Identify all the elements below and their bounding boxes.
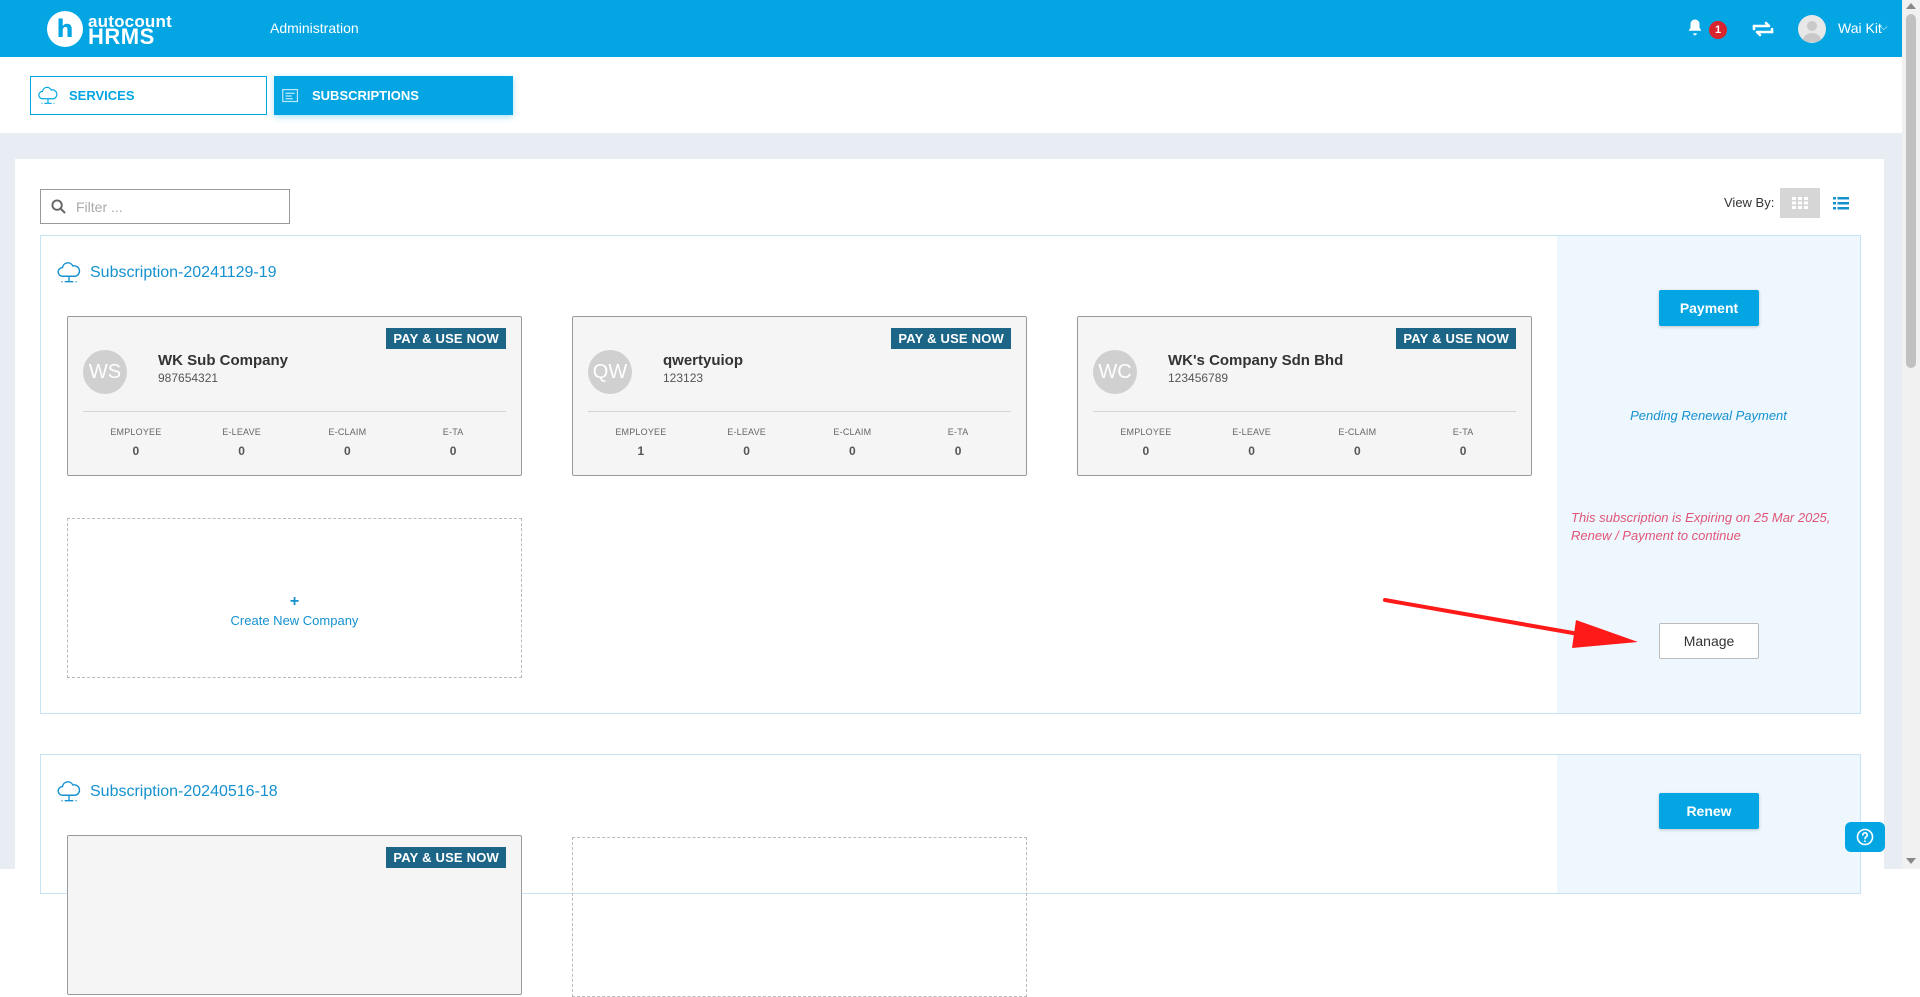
cloud-icon (57, 262, 81, 283)
stat-value: 0 (344, 444, 351, 458)
tab-services-label: SERVICES (69, 88, 135, 103)
grid-view-button[interactable] (1780, 188, 1820, 218)
pay-use-now-badge[interactable]: PAY & USE NOW (891, 328, 1011, 349)
stat-label: EMPLOYEE (110, 427, 162, 437)
create-new-company-label: Create New Company (230, 613, 359, 628)
tab-subscriptions-label: SUBSCRIPTIONS (312, 88, 419, 103)
company-card[interactable]: PAY & USE NOW QW qwertyuiop 123123 EMPLO… (572, 316, 1027, 476)
stat-label: EMPLOYEE (1120, 427, 1172, 437)
filter-input-wrapper[interactable] (40, 189, 290, 224)
stat-value: 1 (637, 444, 645, 458)
stat-label: E-TA (442, 427, 464, 437)
service-tabs: SERVICES SUBSCRIPTIONS (0, 57, 1902, 133)
nav-administration[interactable]: Administration (270, 20, 359, 36)
stat-label: E-TA (947, 427, 969, 437)
subscription-icon (282, 88, 299, 102)
help-button[interactable] (1845, 822, 1885, 852)
manage-button[interactable]: Manage (1659, 623, 1759, 659)
pay-use-now-badge[interactable]: PAY & USE NOW (386, 847, 506, 868)
divider (83, 411, 506, 412)
subscription-title[interactable]: Subscription-20240516-18 (56, 779, 278, 805)
subscription-status: Pending Renewal Payment (1630, 408, 1787, 423)
company-name: WK's Company Sdn Bhd (1168, 352, 1344, 369)
stat-label: E-LEAVE (727, 427, 766, 437)
user-avatar[interactable] (1798, 15, 1826, 43)
question-icon (1856, 828, 1874, 846)
company-avatar: WC (1093, 350, 1137, 394)
stat-value: 0 (849, 444, 856, 458)
stat-label: EMPLOYEE (615, 427, 667, 437)
stat-value: 0 (132, 444, 140, 458)
payment-button[interactable]: Payment (1659, 290, 1759, 326)
stat-label: E-CLAIM (1338, 427, 1377, 437)
expiry-warning: This subscription is Expiring on 25 Mar … (1571, 510, 1831, 543)
divider (1093, 411, 1516, 412)
logo-mark: h (47, 11, 83, 47)
app-logo[interactable]: h autocount HRMS (47, 10, 172, 48)
pay-use-now-badge[interactable]: PAY & USE NOW (1396, 328, 1516, 349)
subscription-card: Renew Subscription-20240516-18 PAY & USE… (40, 754, 1861, 997)
company-code: 987654321 (158, 371, 219, 385)
stat-value: 0 (238, 444, 245, 458)
stat-label: E-CLAIM (833, 427, 872, 437)
stat-value: 0 (449, 444, 457, 458)
company-card[interactable]: PAY & USE NOW WC WK's Company Sdn Bhd 12… (1077, 316, 1532, 476)
company-code: 123123 (663, 371, 704, 385)
company-name: qwertyuiop (663, 352, 744, 369)
stat-label: E-LEAVE (1232, 427, 1271, 437)
company-card[interactable]: PAY & USE NOW (67, 835, 522, 995)
logo-wordmark-big: HRMS (88, 24, 155, 49)
stat-label: E-LEAVE (222, 427, 261, 437)
stat-label: E-TA (1452, 427, 1474, 437)
scroll-up-arrow-icon[interactable] (1906, 3, 1916, 9)
company-stats: EMPLOYEE 1 E-LEAVE 0 E-CLAIM 0 E-TA 0 (588, 427, 1011, 458)
company-code: 123456789 (1168, 371, 1229, 385)
company-card[interactable]: PAY & USE NOW WS WK Sub Company 98765432… (67, 316, 522, 476)
stat-value: 0 (1354, 444, 1361, 458)
stat-value: 0 (1142, 444, 1150, 458)
stat-value: 0 (743, 444, 750, 458)
chevron-down-icon[interactable]: ⌵ (1880, 22, 1888, 33)
grid-icon (1792, 197, 1808, 209)
filter-input[interactable] (74, 197, 278, 216)
page-scrollbar[interactable] (1902, 0, 1920, 869)
cloud-icon (57, 781, 81, 802)
view-by-label: View By: (1724, 195, 1775, 210)
company-name: WK Sub Company (158, 352, 288, 369)
stat-value: 0 (1459, 444, 1467, 458)
search-icon (51, 199, 66, 214)
subscription-title-text: Subscription-20240516-18 (90, 783, 278, 800)
stat-label: E-CLAIM (328, 427, 367, 437)
pay-use-now-badge[interactable]: PAY & USE NOW (386, 328, 506, 349)
sync-icon[interactable] (1750, 17, 1776, 41)
stat-value: 0 (954, 444, 962, 458)
annotation-arrow-icon (1383, 598, 1638, 648)
plus-icon: + (289, 593, 300, 610)
company-stats: EMPLOYEE 0 E-LEAVE 0 E-CLAIM 0 E-TA 0 (83, 427, 506, 458)
bell-icon[interactable] (1686, 18, 1704, 36)
subscription-actions-panel: Renew (1557, 755, 1860, 893)
tab-services[interactable]: SERVICES (30, 76, 267, 115)
subscription-title[interactable]: Subscription-20241129-19 (56, 260, 277, 286)
stat-value: 0 (1248, 444, 1255, 458)
company-stats: EMPLOYEE 0 E-LEAVE 0 E-CLAIM 0 E-TA 0 (1093, 427, 1516, 458)
list-icon (1833, 196, 1849, 209)
renew-button[interactable]: Renew (1659, 793, 1759, 829)
user-name[interactable]: Wai Kit (1838, 20, 1882, 36)
scrollbar-thumb[interactable] (1906, 14, 1916, 368)
company-avatar: WS (83, 350, 127, 394)
company-avatar: QW (588, 350, 632, 394)
top-navbar: h autocount HRMS Administration 1 Wai Ki… (0, 0, 1902, 57)
list-view-button[interactable] (1829, 188, 1853, 218)
subscription-title-text: Subscription-20241129-19 (90, 264, 277, 281)
divider (588, 411, 1011, 412)
cloud-icon (38, 86, 58, 104)
scroll-down-arrow-icon[interactable] (1906, 858, 1916, 864)
tab-subscriptions[interactable]: SUBSCRIPTIONS (274, 76, 513, 115)
notification-badge: 1 (1709, 21, 1727, 39)
create-new-company-button[interactable]: + Create New Company (67, 518, 522, 678)
create-new-company-button[interactable] (572, 837, 1027, 997)
